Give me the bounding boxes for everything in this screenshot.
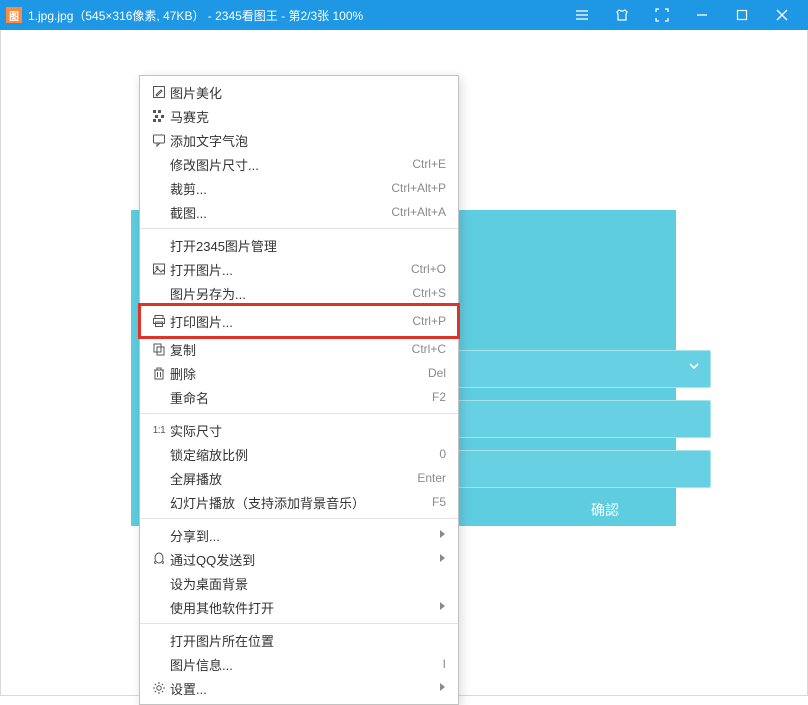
menu-item[interactable]: 打开2345图片管理 (140, 233, 458, 257)
fullscreen-icon[interactable] (642, 0, 682, 30)
menu-item-label: 分享到... (170, 526, 428, 545)
menu-item-label: 设置... (170, 679, 428, 698)
menu-item[interactable]: 裁剪... Ctrl+Alt+P (140, 176, 458, 200)
menu-item[interactable]: 打开图片所在位置 (140, 628, 458, 652)
menu-item-label: 打印图片... (170, 312, 402, 331)
menu-accelerator: Ctrl+S (412, 286, 446, 300)
menu-accelerator: 0 (439, 447, 446, 461)
close-icon[interactable] (762, 0, 802, 30)
menu-item-label: 打开图片... (170, 260, 401, 279)
menu-accelerator: Ctrl+O (411, 262, 446, 276)
menu-item[interactable]: 全屏播放 Enter (140, 466, 458, 490)
menu-item[interactable]: 复制 Ctrl+C (140, 337, 458, 361)
menu-item[interactable]: 截图... Ctrl+Alt+A (140, 200, 458, 224)
menu-item-label: 删除 (170, 364, 418, 383)
menu-item-label: 图片美化 (170, 83, 446, 102)
menu-item-label: 修改图片尺寸... (170, 155, 402, 174)
menu-item-label: 马赛克 (170, 107, 446, 126)
menu-item[interactable]: 图片信息... I (140, 652, 458, 676)
menu-item[interactable]: 修改图片尺寸... Ctrl+E (140, 152, 458, 176)
menu-item-label: 使用其他软件打开 (170, 598, 428, 617)
qq-icon (148, 552, 170, 566)
confirm-button-label: 确認 (591, 500, 619, 520)
menu-separator (140, 623, 458, 624)
titlebar: 图 1.jpg.jpg（545×316像素, 47KB） - 2345看图王 -… (0, 0, 808, 30)
chevron-right-icon (438, 600, 446, 614)
menu-item[interactable]: 幻灯片播放（支持添加背景音乐） F5 (140, 490, 458, 514)
menu-item[interactable]: 通过QQ发送到 (140, 547, 458, 571)
menu-item-label: 锁定缩放比例 (170, 445, 429, 464)
menu-item-label: 重命名 (170, 388, 422, 407)
context-menu: 图片美化马赛克添加文字气泡修改图片尺寸... Ctrl+E 裁剪... Ctrl+Al… (139, 75, 459, 705)
menu-item[interactable]: 图片另存为... Ctrl+S (140, 281, 458, 305)
menu-item[interactable]: 使用其他软件打开 (140, 595, 458, 619)
menu-accelerator: Ctrl+Alt+A (391, 205, 446, 219)
chevron-right-icon (438, 681, 446, 695)
menu-accelerator: Enter (417, 471, 446, 485)
menu-accelerator: Ctrl+Alt+P (391, 181, 446, 195)
menu-item-label: 打开2345图片管理 (170, 236, 446, 255)
menu-accelerator: F5 (432, 495, 446, 509)
menu-item-label: 裁剪... (170, 179, 381, 198)
one-one-icon: 1:1 (148, 425, 170, 436)
menu-item[interactable]: 分享到... (140, 523, 458, 547)
chevron-right-icon (438, 552, 446, 566)
menu-item[interactable]: 设置... (140, 676, 458, 700)
menu-item-label: 截图... (170, 203, 381, 222)
menu-item-label: 添加文字气泡 (170, 131, 446, 150)
menu-separator (140, 518, 458, 519)
skin-icon[interactable] (602, 0, 642, 30)
menu-item[interactable]: 重命名 F2 (140, 385, 458, 409)
window-title: 1.jpg.jpg（545×316像素, 47KB） - 2345看图王 - 第… (28, 7, 363, 24)
menu-accelerator: I (443, 657, 446, 671)
menu-accelerator: Del (428, 366, 446, 380)
trash-icon (148, 366, 170, 380)
menu-item[interactable]: 删除 Del (140, 361, 458, 385)
menu-accelerator: Ctrl+P (412, 314, 446, 328)
menu-item-label: 打开图片所在位置 (170, 631, 446, 650)
menu-item-label: 全屏播放 (170, 469, 407, 488)
menu-separator (140, 413, 458, 414)
mosaic-icon (148, 109, 170, 123)
menu-item-label: 图片信息... (170, 655, 433, 674)
chevron-down-icon (687, 359, 701, 376)
menu-separator (140, 228, 458, 229)
menu-item-label: 实际尺寸 (170, 421, 446, 440)
menu-item-label: 复制 (170, 340, 402, 359)
menu-item[interactable]: 添加文字气泡 (140, 128, 458, 152)
chevron-right-icon (438, 528, 446, 542)
menu-item-label: 幻灯片播放（支持添加背景音乐） (170, 493, 422, 512)
minimize-icon[interactable] (682, 0, 722, 30)
menu-accelerator: Ctrl+C (412, 342, 446, 356)
edit-icon (148, 85, 170, 99)
menu-item[interactable]: 设为桌面背景 (140, 571, 458, 595)
menu-item-label: 通过QQ发送到 (170, 550, 428, 569)
menu-accelerator: Ctrl+E (412, 157, 446, 171)
menu-item[interactable]: 打印图片... Ctrl+P (140, 305, 458, 337)
menu-item[interactable]: 锁定缩放比例 0 (140, 442, 458, 466)
menu-item[interactable]: 1:1实际尺寸 (140, 418, 458, 442)
copy-icon (148, 342, 170, 356)
menu-icon[interactable] (562, 0, 602, 30)
app-icon: 图 (6, 7, 22, 23)
gear-icon (148, 681, 170, 695)
menu-item[interactable]: 马赛克 (140, 104, 458, 128)
menu-accelerator: F2 (432, 390, 446, 404)
maximize-icon[interactable] (722, 0, 762, 30)
print-icon (148, 314, 170, 328)
content-area: 确認 图片美化马赛克添加文字气泡修改图片尺寸... Ctrl+E 裁剪... Ctrl… (0, 30, 808, 696)
menu-item-label: 图片另存为... (170, 284, 402, 303)
image-icon (148, 262, 170, 276)
menu-item[interactable]: 打开图片... Ctrl+O (140, 257, 458, 281)
menu-item-label: 设为桌面背景 (170, 574, 446, 593)
menu-item[interactable]: 图片美化 (140, 80, 458, 104)
bubble-icon (148, 133, 170, 147)
